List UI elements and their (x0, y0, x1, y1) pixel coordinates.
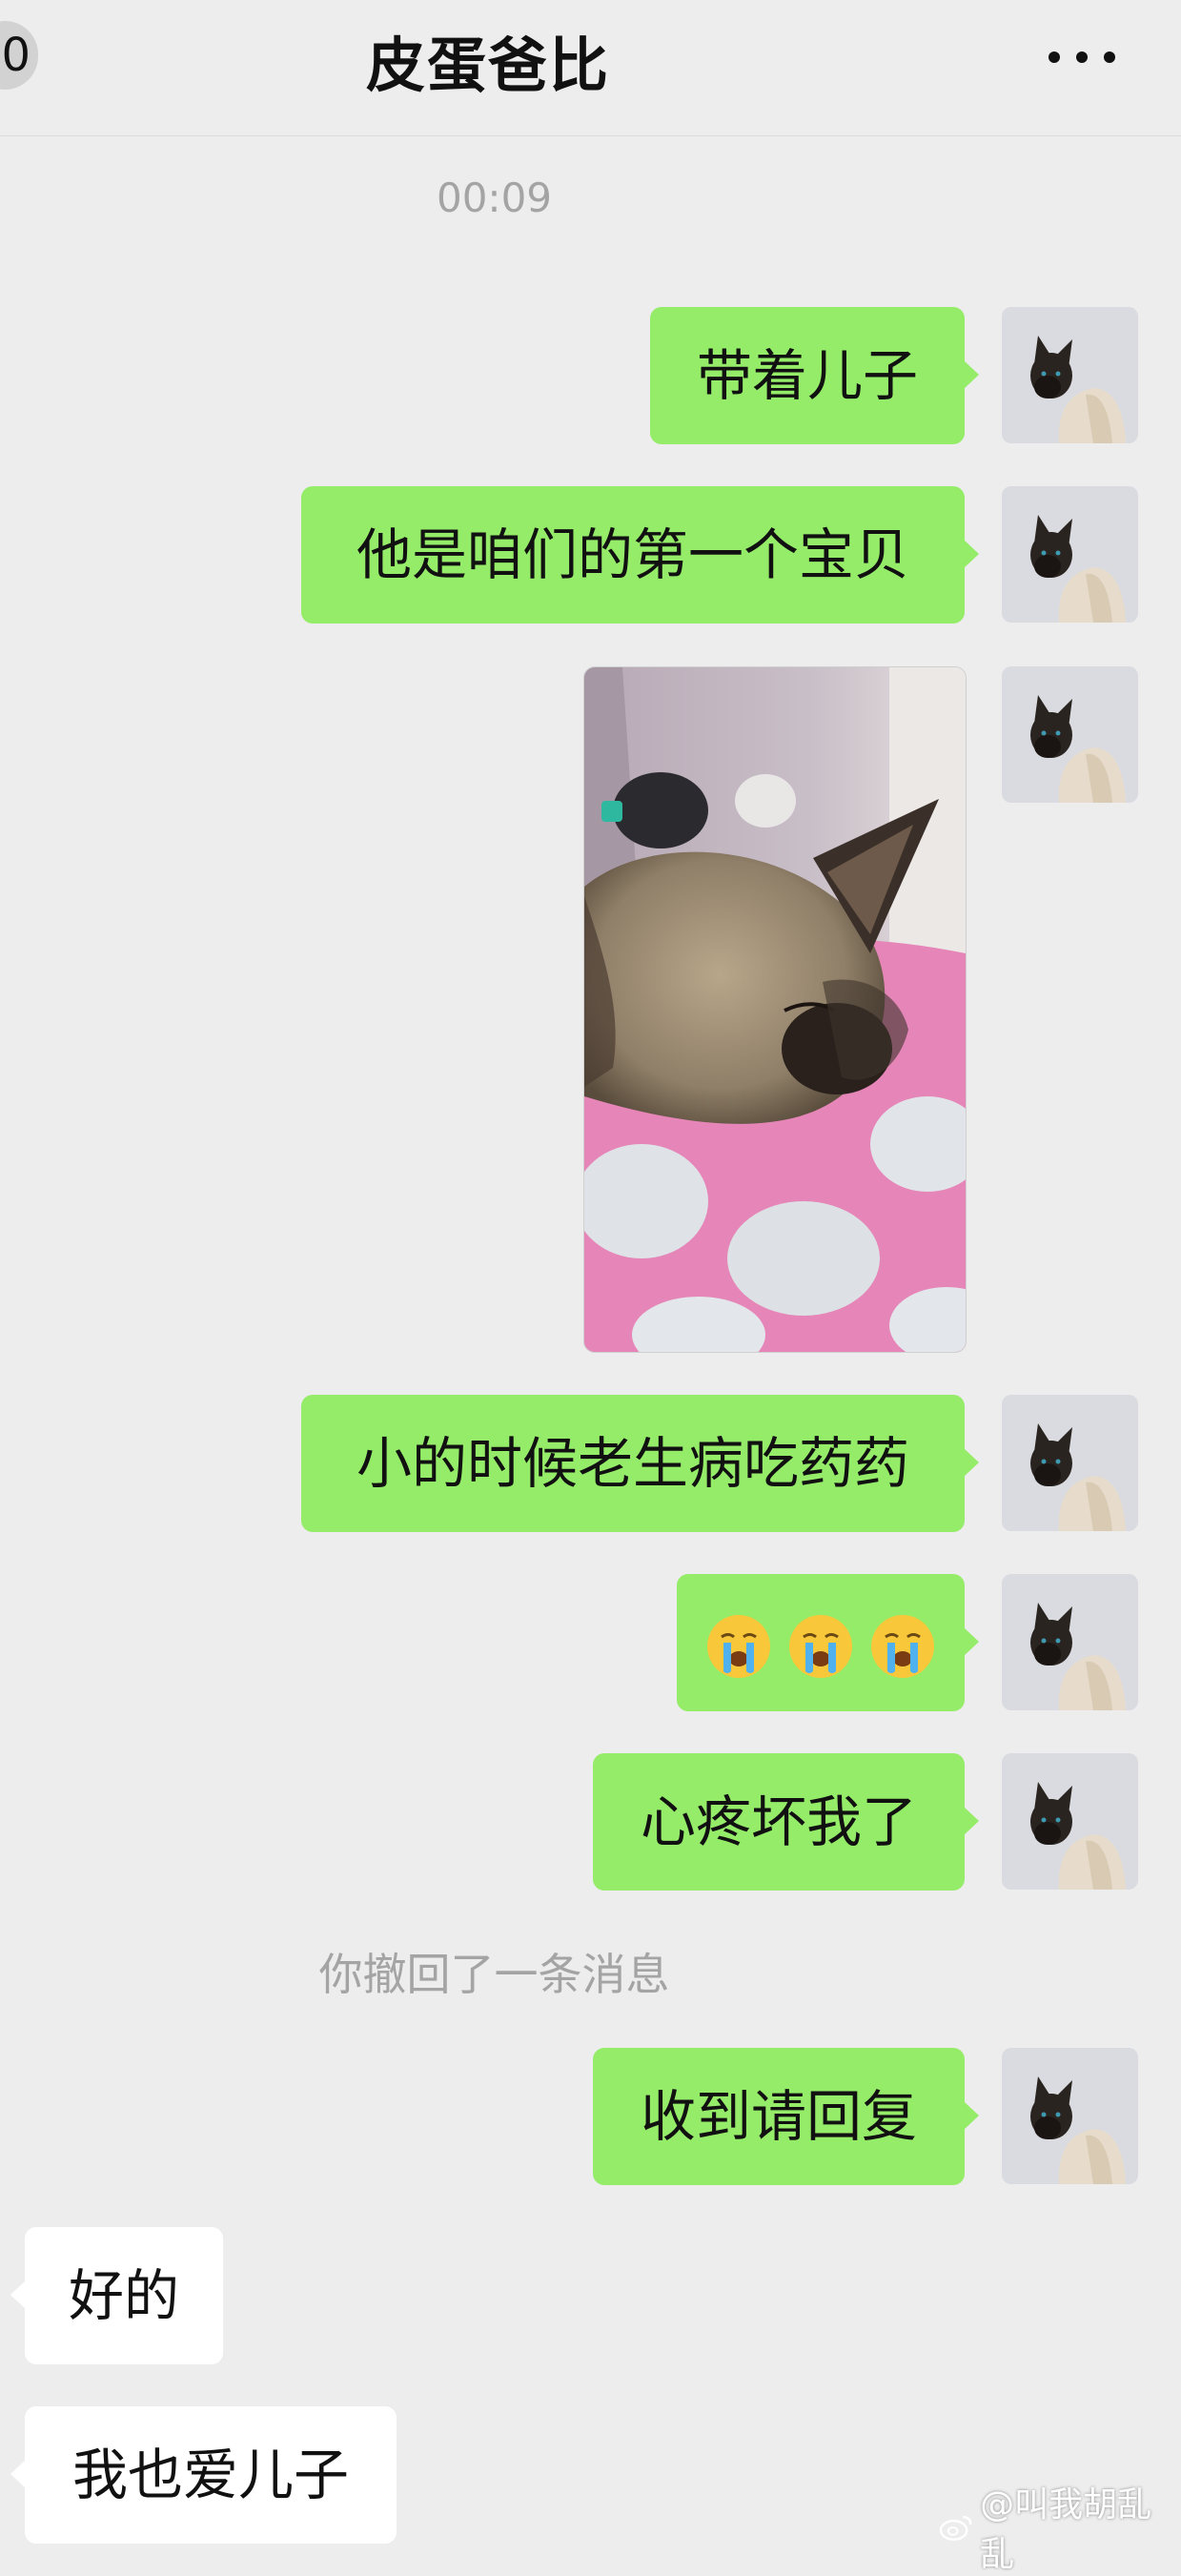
siamese-cat-avatar-icon (1002, 307, 1138, 443)
siamese-cat-avatar-icon (1002, 1395, 1138, 1531)
siamese-cat-avatar-icon (1002, 1574, 1138, 1710)
incoming-message-bubble[interactable]: 好的 (10, 2227, 223, 2364)
siamese-cat-avatar-icon (1002, 2048, 1138, 2184)
siamese-cat-avatar-icon (1002, 486, 1138, 623)
chat-title: 皮蛋爸比 (365, 31, 610, 100)
self-avatar[interactable] (1002, 486, 1138, 623)
weibo-icon (939, 2516, 972, 2541)
watermark-text: @叫我胡乱乱 (980, 2485, 1152, 2574)
message-bubble[interactable]: 心疼坏我了 (593, 1753, 979, 1891)
self-avatar[interactable] (1002, 666, 1138, 803)
more-dots-icon[interactable] (1049, 51, 1115, 65)
message-bubble[interactable]: 小的时候老生病吃药药 (301, 1395, 979, 1532)
siamese-cat-avatar-icon (1002, 1753, 1138, 1890)
incoming-message-bubble[interactable]: 我也爱儿子 (10, 2406, 397, 2544)
self-avatar[interactable] (1002, 2048, 1138, 2184)
self-avatar[interactable] (1002, 307, 1138, 443)
message-bubble[interactable]: 收到请回复 (593, 2048, 979, 2185)
sleeping-kitten-photo (584, 667, 966, 1352)
message-timestamp: 00:09 (436, 174, 553, 221)
crying-face-emoji (789, 1614, 852, 1678)
self-avatar[interactable] (1002, 1753, 1138, 1890)
message-bubble[interactable]: 他是咱们的第一个宝贝 (301, 486, 979, 624)
self-avatar[interactable] (1002, 1395, 1138, 1531)
chat-header: 0 皮蛋爸比 (0, 0, 1181, 136)
image-message[interactable] (583, 666, 967, 1353)
emoji-message-bubble[interactable] (677, 1574, 979, 1711)
crying-face-emoji (706, 1614, 770, 1678)
self-avatar[interactable] (1002, 1574, 1138, 1710)
siamese-cat-avatar-icon (1002, 666, 1138, 803)
recall-notice: 你撤回了一条消息 (318, 1949, 670, 2000)
message-bubble[interactable]: 带着儿子 (650, 307, 979, 444)
crying-face-emoji (871, 1614, 935, 1678)
watermark: @叫我胡乱乱 (939, 2485, 1181, 2574)
